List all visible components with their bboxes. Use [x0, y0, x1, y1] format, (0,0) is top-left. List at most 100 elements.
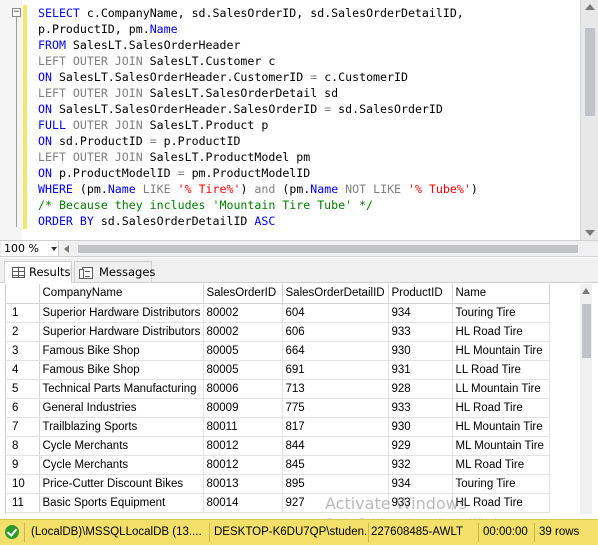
- code-line[interactable]: p.ProductID, pm.Name: [38, 21, 478, 37]
- scroll-down-icon[interactable]: [585, 230, 595, 236]
- table-cell[interactable]: 817: [282, 417, 389, 437]
- chevron-down-icon[interactable]: [51, 247, 57, 251]
- table-cell[interactable]: HL Road Tire: [452, 322, 550, 342]
- scroll-up-icon[interactable]: [585, 4, 595, 10]
- table-row[interactable]: 10 Price-Cutter Discount Bikes 80013 895 934…: [6, 474, 550, 494]
- table-cell[interactable]: 933: [388, 398, 453, 418]
- table-cell[interactable]: 606: [282, 322, 389, 342]
- table-row[interactable]: 7 Trailblazing Sports 80011 817 930 HL Mounta…: [6, 417, 550, 437]
- collapse-toggle-icon[interactable]: −: [12, 8, 21, 17]
- table-row[interactable]: 8 Cycle Merchants 80012 844 929 ML Mountain T…: [6, 436, 550, 456]
- tab-results[interactable]: Results: [4, 261, 72, 283]
- table-cell[interactable]: 934: [388, 303, 453, 323]
- table-cell[interactable]: 930: [388, 341, 453, 361]
- table-cell[interactable]: 931: [388, 360, 453, 380]
- row-number-cell[interactable]: 3: [6, 341, 40, 361]
- horizontal-scrollbar-thumb[interactable]: [78, 245, 578, 253]
- table-cell[interactable]: 80002: [203, 303, 283, 323]
- table-row[interactable]: 11 Basic Sports Equipment 80014 927 933 HL Ro…: [6, 493, 550, 513]
- table-cell[interactable]: Touring Tire: [452, 303, 550, 323]
- table-cell[interactable]: 80011: [203, 417, 283, 437]
- table-row[interactable]: 5 Technical Parts Manufacturing 80006 713 92…: [6, 379, 550, 399]
- editor-vertical-scrollbar[interactable]: [580, 0, 598, 240]
- table-cell[interactable]: ML Mountain Tire: [452, 436, 550, 456]
- table-cell[interactable]: HL Mountain Tire: [452, 417, 550, 437]
- table-cell[interactable]: 604: [282, 303, 389, 323]
- table-cell[interactable]: LL Road Tire: [452, 360, 550, 380]
- table-cell[interactable]: 80012: [203, 436, 283, 456]
- code-line[interactable]: ORDER BY sd.SalesOrderDetailID ASC: [38, 213, 478, 229]
- table-cell[interactable]: Superior Hardware Distributors: [39, 322, 204, 342]
- table-cell[interactable]: 664: [282, 341, 389, 361]
- code-line[interactable]: LEFT OUTER JOIN SalesLT.ProductModel pm: [38, 149, 478, 165]
- table-cell[interactable]: 80005: [203, 360, 283, 380]
- table-cell[interactable]: 691: [282, 360, 389, 380]
- code-line[interactable]: ON sd.ProductID = p.ProductID: [38, 133, 478, 149]
- grid-vertical-scrollbar[interactable]: [580, 284, 592, 514]
- sql-code[interactable]: SELECT c.CompanyName, sd.SalesOrderID, s…: [38, 5, 478, 229]
- table-cell[interactable]: 929: [388, 436, 453, 456]
- row-number-header[interactable]: [6, 284, 40, 304]
- column-header[interactable]: SalesOrderDetailID: [282, 284, 389, 304]
- table-cell[interactable]: General Industries: [39, 398, 204, 418]
- scroll-left-icon[interactable]: [64, 245, 69, 253]
- row-number-cell[interactable]: 1: [6, 303, 40, 323]
- editor-horizontal-scrollbar[interactable]: [62, 244, 72, 254]
- results-grid[interactable]: CompanyName SalesOrderID SalesOrderDetailI…: [5, 284, 592, 514]
- row-number-cell[interactable]: 9: [6, 455, 40, 475]
- code-line[interactable]: LEFT OUTER JOIN SalesLT.Customer c: [38, 53, 478, 69]
- table-row[interactable]: 2 Superior Hardware Distributors 80002 606 9…: [6, 322, 550, 342]
- row-number-cell[interactable]: 7: [6, 417, 40, 437]
- table-cell[interactable]: 80009: [203, 398, 283, 418]
- tab-messages[interactable]: Messages: [74, 261, 155, 283]
- scroll-up-icon[interactable]: [582, 288, 590, 294]
- table-cell[interactable]: 713: [282, 379, 389, 399]
- table-row[interactable]: 3 Famous Bike Shop 80005 664 930 HL Mountain …: [6, 341, 550, 361]
- code-line[interactable]: WHERE (pm.Name LIKE '% Tire%') and (pm.N…: [38, 181, 478, 197]
- column-header[interactable]: ProductID: [388, 284, 453, 304]
- code-line[interactable]: SELECT c.CompanyName, sd.SalesOrderID, s…: [38, 5, 478, 21]
- row-number-cell[interactable]: 11: [6, 493, 40, 513]
- scrollbar-thumb[interactable]: [585, 28, 595, 116]
- query-editor[interactable]: − SELECT c.CompanyName, sd.SalesOrderID,…: [0, 0, 598, 240]
- row-number-cell[interactable]: 4: [6, 360, 40, 380]
- table-cell[interactable]: ML Road Tire: [452, 455, 550, 475]
- table-cell[interactable]: HL Mountain Tire: [452, 341, 550, 361]
- row-number-cell[interactable]: 8: [6, 436, 40, 456]
- code-line[interactable]: /* Because they includes 'Mountain Tire …: [38, 197, 478, 213]
- table-cell[interactable]: Technical Parts Manufacturing: [39, 379, 204, 399]
- table-cell[interactable]: 895: [282, 474, 389, 494]
- table-cell[interactable]: Touring Tire: [452, 474, 550, 494]
- table-row[interactable]: 6 General Industries 80009 775 933 HL Road Ti…: [6, 398, 550, 418]
- table-cell[interactable]: 80005: [203, 341, 283, 361]
- table-cell[interactable]: 933: [388, 322, 453, 342]
- table-cell[interactable]: 932: [388, 455, 453, 475]
- table-cell[interactable]: 930: [388, 417, 453, 437]
- table-cell[interactable]: Superior Hardware Distributors: [39, 303, 204, 323]
- table-cell[interactable]: HL Road Tire: [452, 398, 550, 418]
- table-cell[interactable]: 928: [388, 379, 453, 399]
- row-number-cell[interactable]: 2: [6, 322, 40, 342]
- table-row[interactable]: 4 Famous Bike Shop 80005 691 931 LL Road Tire: [6, 360, 550, 380]
- table-row[interactable]: 1 Superior Hardware Distributors 80002 604 9…: [6, 303, 550, 323]
- code-line[interactable]: LEFT OUTER JOIN SalesLT.SalesOrderDetail…: [38, 85, 478, 101]
- column-header[interactable]: Name: [452, 284, 550, 304]
- table-cell[interactable]: 934: [388, 474, 453, 494]
- table-cell[interactable]: Famous Bike Shop: [39, 360, 204, 380]
- table-cell[interactable]: 80013: [203, 474, 283, 494]
- row-number-cell[interactable]: 10: [6, 474, 40, 494]
- table-cell[interactable]: 80006: [203, 379, 283, 399]
- code-line[interactable]: ON p.ProductModelID = pm.ProductModelID: [38, 165, 478, 181]
- table-cell[interactable]: 80012: [203, 455, 283, 475]
- row-number-cell[interactable]: 5: [6, 379, 40, 399]
- code-line[interactable]: FROM SalesLT.SalesOrderHeader: [38, 37, 478, 53]
- code-line[interactable]: ON SalesLT.SalesOrderHeader.CustomerID =…: [38, 69, 478, 85]
- table-cell[interactable]: 80014: [203, 493, 283, 513]
- row-number-cell[interactable]: 6: [6, 398, 40, 418]
- table-cell[interactable]: Trailblazing Sports: [39, 417, 204, 437]
- table-cell[interactable]: 844: [282, 436, 389, 456]
- table-cell[interactable]: Cycle Merchants: [39, 436, 204, 456]
- table-row[interactable]: 9 Cycle Merchants 80012 845 932 ML Road Tire: [6, 455, 550, 475]
- table-cell[interactable]: Cycle Merchants: [39, 455, 204, 475]
- table-cell[interactable]: Price-Cutter Discount Bikes: [39, 474, 204, 494]
